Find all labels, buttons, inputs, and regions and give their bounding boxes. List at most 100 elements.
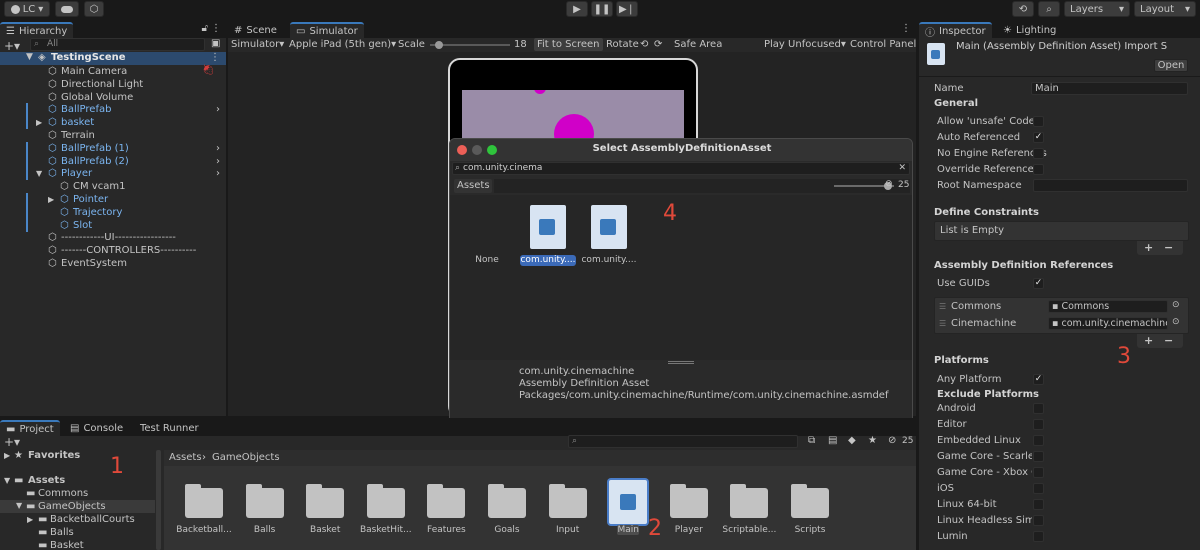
assets-item[interactable]: Assets xyxy=(28,475,65,486)
rotate-right-icon[interactable]: ⟳ xyxy=(654,39,662,50)
tree-item-balls[interactable]: Balls xyxy=(50,527,74,538)
hierarchy-item[interactable]: ⬡ -------CONTROLLERS---------- xyxy=(0,244,226,257)
tab-hierarchy[interactable]: ☰ Hierarchy xyxy=(0,22,74,38)
chevron-right-icon[interactable]: › xyxy=(216,167,220,180)
ref-field-cinemachine[interactable]: ▪ com.unity.cinemachine xyxy=(1048,317,1168,330)
remove-reference-button[interactable]: − xyxy=(1164,334,1173,347)
hierarchy-item[interactable]: ▶ ⬡ Pointer xyxy=(0,193,226,206)
tab-assets[interactable]: Assets xyxy=(454,179,492,193)
star-icon[interactable]: ★ xyxy=(868,435,877,446)
folder-item[interactable]: Backetball... xyxy=(170,480,238,540)
create-button[interactable]: +▾ xyxy=(4,435,20,449)
asset-item-cinemachine-2[interactable] xyxy=(589,205,629,249)
tab-scene[interactable]: # Scene xyxy=(228,22,283,38)
folder-item[interactable]: Basket xyxy=(291,480,359,540)
project-search-input[interactable]: ⌕ xyxy=(568,435,798,448)
general-option-checkbox[interactable] xyxy=(1033,148,1044,159)
platform-checkbox[interactable] xyxy=(1033,435,1044,446)
expand-arrow-icon[interactable]: ▼ xyxy=(16,501,22,510)
expand-arrow-icon[interactable]: ▼ xyxy=(26,52,33,62)
platform-checkbox[interactable] xyxy=(1033,467,1044,478)
add-constraint-button[interactable]: + xyxy=(1144,241,1153,254)
favorites-item[interactable]: Favorites xyxy=(28,450,80,461)
account-dropdown[interactable]: LC ▾ xyxy=(4,1,50,17)
breadcrumb-gameobjects[interactable]: GameObjects xyxy=(212,452,280,463)
drag-handle-icon[interactable]: ☰ xyxy=(939,319,946,328)
rotate-left-icon[interactable]: ⟲ xyxy=(640,39,648,50)
collapse-arrow-icon[interactable]: ▶ xyxy=(27,515,33,524)
object-picker-icon[interactable]: ⊙ xyxy=(1172,300,1180,310)
platform-checkbox[interactable] xyxy=(1033,531,1044,542)
tab-simulator[interactable]: ▭ Simulator xyxy=(290,22,364,38)
cloud-button[interactable] xyxy=(55,1,79,17)
object-picker-icon[interactable]: ⊙ xyxy=(1172,317,1180,327)
tab-inspector[interactable]: ⓘ Inspector xyxy=(919,22,992,39)
hierarchy-search-input[interactable]: ⌕ All xyxy=(30,38,205,51)
add-reference-button[interactable]: + xyxy=(1144,334,1153,347)
collapse-arrow-icon[interactable]: ▶ xyxy=(36,116,42,129)
folder-item[interactable]: Goals xyxy=(473,480,541,540)
folder-item[interactable]: Balls xyxy=(231,480,299,540)
platform-checkbox[interactable] xyxy=(1033,403,1044,414)
hierarchy-item[interactable]: ⬡ EventSystem xyxy=(0,257,226,270)
filter-label-icon[interactable]: ▤ xyxy=(828,435,837,446)
play-mode-dropdown[interactable]: Play Unfocused▾ xyxy=(764,39,846,50)
drag-handle-icon[interactable]: ☰ xyxy=(939,302,946,311)
scene-menu-icon[interactable]: ⋮ xyxy=(210,52,220,63)
asset-item-cinemachine[interactable] xyxy=(528,205,568,249)
hierarchy-item[interactable]: ⬡ Slot xyxy=(0,218,226,232)
remove-constraint-button[interactable]: − xyxy=(1164,241,1173,254)
root-namespace-field[interactable] xyxy=(1033,179,1188,192)
general-option-checkbox[interactable] xyxy=(1033,164,1044,175)
clear-search-icon[interactable]: ✕ xyxy=(898,163,906,173)
filter-type-icon[interactable]: ⧉ xyxy=(808,435,815,446)
tree-scrollbar[interactable] xyxy=(156,450,161,550)
layers-dropdown[interactable]: Layers ▾ xyxy=(1064,1,1130,17)
layout-dropdown[interactable]: Layout ▾ xyxy=(1134,1,1196,17)
scene-visibility-icon[interactable]: ▣ xyxy=(211,38,220,49)
safe-area-toggle[interactable]: Safe Area xyxy=(674,39,722,50)
tab-lighting[interactable]: ☀ Lighting xyxy=(997,22,1062,38)
chevron-right-icon[interactable]: › xyxy=(216,155,220,168)
hierarchy-item[interactable]: ⬡ Terrain xyxy=(0,129,226,142)
open-button[interactable]: Open xyxy=(1154,59,1188,72)
platform-checkbox[interactable] xyxy=(1033,451,1044,462)
chevron-right-icon[interactable]: › xyxy=(216,103,220,116)
hierarchy-item[interactable]: ⬡ Main Camera xyxy=(0,65,226,78)
tag-icon[interactable]: ◆ xyxy=(848,435,856,446)
collab-button[interactable]: ⬡ xyxy=(84,1,104,17)
slider-handle[interactable] xyxy=(435,41,443,49)
hierarchy-item[interactable]: ⬡ ------------UI----------------- xyxy=(0,231,226,244)
expand-arrow-icon[interactable]: ▼ xyxy=(4,476,10,485)
pause-button[interactable]: ❚❚ xyxy=(591,1,613,17)
folder-item[interactable]: Scripts xyxy=(776,480,844,540)
hierarchy-item[interactable]: ⬡ BallPrefab (2) › xyxy=(0,154,226,168)
fit-to-screen-button[interactable]: Fit to Screen xyxy=(534,38,603,51)
tab-console[interactable]: ▤ Console xyxy=(64,420,129,436)
hierarchy-item[interactable]: ⬡ Trajectory xyxy=(0,205,226,219)
control-panel-button[interactable]: Control Panel xyxy=(850,39,916,50)
expand-arrow-icon[interactable]: ▼ xyxy=(36,167,42,180)
tree-item-backetballcourts[interactable]: BacketballCourts xyxy=(50,514,135,525)
platform-checkbox[interactable] xyxy=(1033,419,1044,430)
hidden-eye-icon[interactable]: ⊘ xyxy=(888,435,896,446)
asset-item-none[interactable]: None xyxy=(470,255,504,265)
hierarchy-item[interactable]: ⬡ Global Volume xyxy=(0,91,226,104)
resize-handle[interactable] xyxy=(668,361,694,364)
folder-item[interactable]: BasketHit... xyxy=(352,480,420,540)
breadcrumb-assets[interactable]: Assets xyxy=(169,452,202,463)
hierarchy-item[interactable]: ⬡ CM vcam1 xyxy=(0,180,226,193)
platform-checkbox[interactable] xyxy=(1033,515,1044,526)
platform-checkbox[interactable] xyxy=(1033,483,1044,494)
lock-icon[interactable]: 🔓︎ xyxy=(202,23,208,34)
hierarchy-item[interactable]: ▶ ⬡ basket xyxy=(0,116,226,130)
scene-row[interactable]: ▼ ◈ TestingScene ⋮ xyxy=(0,52,226,65)
menu-icon[interactable]: ⋮ xyxy=(211,23,221,34)
tree-item-commons[interactable]: Commons xyxy=(38,488,88,499)
use-guids-checkbox[interactable]: ✓ xyxy=(1033,278,1044,289)
chevron-right-icon[interactable]: › xyxy=(216,142,220,155)
history-button[interactable]: ⟲ xyxy=(1012,1,1034,17)
hierarchy-item[interactable]: ⬡ BallPrefab (1) › xyxy=(0,141,226,155)
menu-icon[interactable]: ⋮ xyxy=(901,23,911,34)
step-button[interactable]: ▶❘ xyxy=(616,1,638,17)
